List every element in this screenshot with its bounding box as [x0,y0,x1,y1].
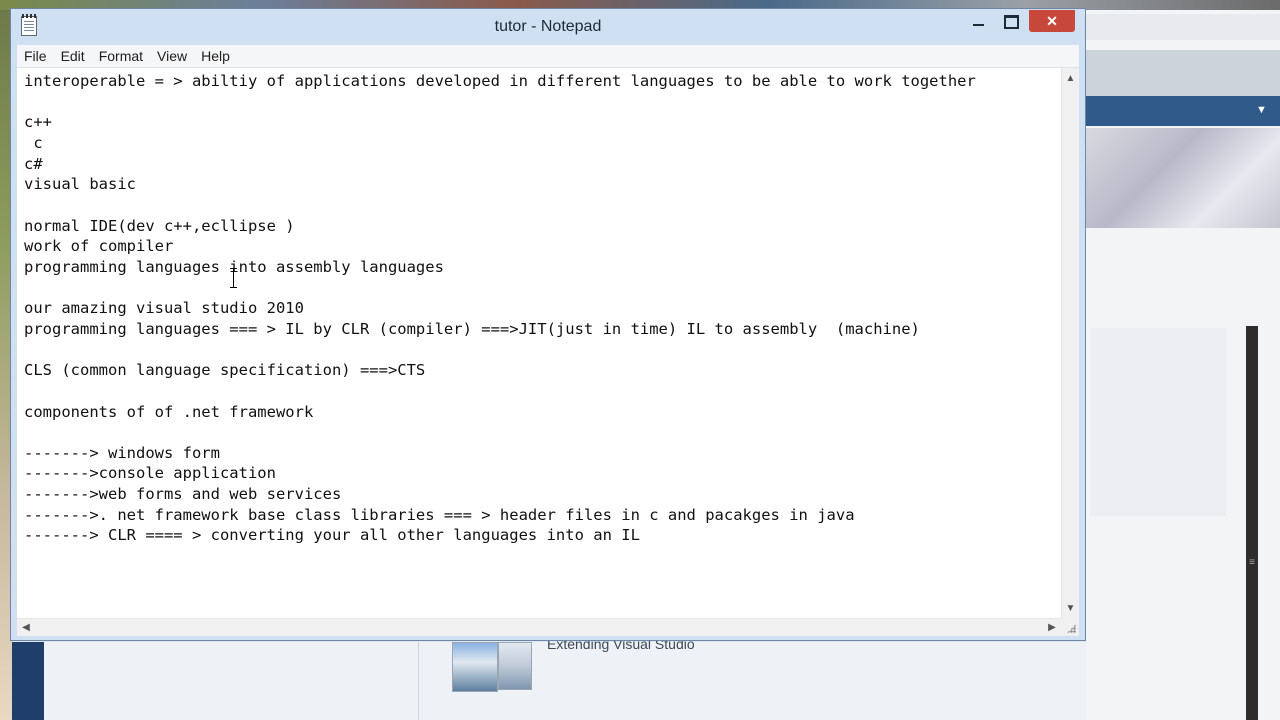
scroll-right-icon[interactable]: ▶ [1043,619,1061,636]
editor-content[interactable]: interoperable = > abiltiy of application… [24,71,976,546]
scroll-left-icon[interactable]: ◀ [17,619,35,636]
menu-edit[interactable]: Edit [54,45,92,67]
scroll-down-icon[interactable]: ▼ [1062,600,1079,618]
notepad-window: tutor - Notepad ✕ File Edit Format View … [10,8,1086,641]
chevron-down-icon[interactable]: ▼ [1256,104,1267,116]
menu-help[interactable]: Help [194,45,237,67]
scroll-up-icon[interactable]: ▲ [1062,70,1079,88]
menu-format[interactable]: Format [92,45,150,67]
minimize-button[interactable] [965,10,993,32]
background-divider [418,642,419,720]
background-thumbnail[interactable] [452,642,498,692]
menu-file[interactable]: File [17,45,54,67]
close-icon: ✕ [1046,13,1058,29]
vertical-scrollbar[interactable]: ▲ ▼ [1061,68,1079,618]
window-title: tutor - Notepad [494,18,602,35]
background-browser-navbar [1086,96,1280,126]
text-editor[interactable]: interoperable = > abiltiy of application… [17,68,1061,618]
scroll-grip-icon[interactable]: ≡ [1248,556,1256,570]
background-banner-image [1086,128,1280,228]
background-content-panel [1090,328,1226,516]
horizontal-scrollbar[interactable]: ◀ ▶ [17,618,1061,636]
ibeam-cursor-icon [229,267,239,289]
background-thumbnail[interactable] [498,642,532,690]
maximize-button[interactable] [997,10,1025,32]
background-browser-header [1086,50,1280,96]
background-scrollbar[interactable] [1246,326,1258,720]
background-sidebar [12,642,44,720]
title-bar[interactable]: tutor - Notepad ✕ [11,9,1085,45]
menu-bar: File Edit Format View Help [17,45,1079,68]
close-button[interactable]: ✕ [1029,10,1075,32]
background-browser-toolbar [1086,14,1280,40]
menu-view[interactable]: View [150,45,194,67]
resize-grip-icon[interactable] [1061,618,1079,636]
background-page-area [12,642,1086,720]
